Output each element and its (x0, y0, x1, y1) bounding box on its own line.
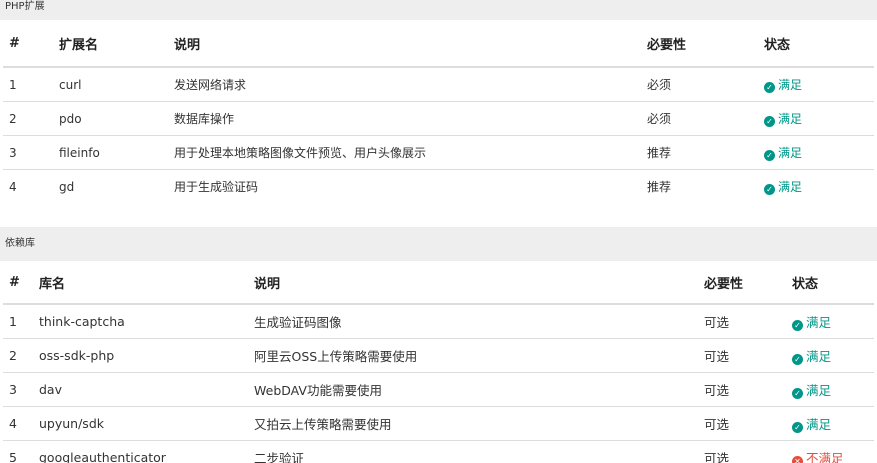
row-name: pdo (58, 101, 173, 136)
row-name: upyun/sdk (38, 406, 253, 441)
status-label: 满足 (778, 112, 803, 126)
row-status: ✕ 不满足 (791, 440, 874, 463)
row-name: oss-sdk-php (38, 338, 253, 373)
check-circle-icon: ✓ (764, 82, 775, 93)
row-need: 可选 (703, 406, 791, 441)
times-circle-icon: ✕ (792, 456, 803, 463)
row-desc: WebDAV功能需要使用 (253, 372, 703, 407)
row-need: 可选 (703, 372, 791, 407)
row-status: ✓ 满足 (763, 101, 874, 136)
table-row: 4 upyun/sdk 又拍云上传策略需要使用 可选 ✓ 满足 (3, 406, 874, 441)
status-label: 满足 (778, 146, 803, 160)
row-name: fileinfo (58, 135, 173, 170)
row-status: ✓ 满足 (763, 135, 874, 170)
row-desc: 二步验证 (253, 440, 703, 463)
table-row: 2 oss-sdk-php 阿里云OSS上传策略需要使用 可选 ✓ 满足 (3, 338, 874, 373)
check-circle-icon: ✓ (792, 354, 803, 365)
col-name-header: 库名 (38, 261, 253, 305)
table-row: 2 pdo 数据库操作 必须 ✓ 满足 (3, 101, 874, 136)
row-desc: 发送网络请求 (174, 78, 247, 92)
check-circle-icon: ✓ (764, 116, 775, 127)
row-name: dav (38, 372, 253, 407)
col-need-header: 必要性 (646, 20, 763, 68)
dependency-table: # 库名 说明 必要性 状态 1 think-captcha 生成验证码图像 可… (3, 261, 874, 463)
col-status-header: 状态 (791, 261, 874, 305)
row-name: think-captcha (39, 314, 125, 329)
status-label: 不满足 (806, 451, 844, 463)
row-need: 可选 (703, 338, 791, 373)
row-desc: 用于处理本地策略图像文件预览、用户头像展示 (173, 135, 646, 170)
row-need: 推荐 (646, 169, 763, 203)
row-status: ✓ 满足 (763, 67, 874, 102)
row-num: 3 (3, 135, 58, 170)
table-row: 3 dav WebDAV功能需要使用 可选 ✓ 满足 (3, 372, 874, 407)
check-circle-icon: ✓ (792, 320, 803, 331)
row-need: 可选 (704, 315, 730, 330)
status-label: 满足 (806, 383, 832, 398)
dependency-heading: 依赖库 (0, 227, 877, 261)
col-num-header: # (3, 20, 58, 68)
table-row: 5 googleauthenticator 二步验证 可选 ✕ 不满足 (3, 440, 874, 463)
row-num: 4 (3, 406, 38, 441)
php-extensions-heading: PHP扩展 (0, 0, 877, 20)
row-num: 2 (3, 338, 38, 373)
row-num: 3 (3, 372, 38, 407)
table-header-row: # 扩展名 说明 必要性 状态 (3, 20, 874, 68)
panel-divider (0, 203, 877, 223)
row-status: ✓ 满足 (763, 169, 874, 203)
row-num: 5 (3, 440, 38, 463)
status-label: 满足 (806, 315, 832, 330)
col-desc-header: 说明 (173, 20, 646, 68)
row-status: ✓ 满足 (791, 406, 874, 441)
row-need: 必须 (646, 101, 763, 136)
row-name: curl (59, 77, 82, 92)
table-header-row: # 库名 说明 必要性 状态 (3, 261, 874, 305)
status-label: 满足 (806, 349, 832, 364)
dependency-panel: 依赖库 # 库名 说明 必要性 状态 1 think-captcha 生成验证码… (0, 227, 877, 463)
row-desc: 阿里云OSS上传策略需要使用 (253, 338, 703, 373)
check-circle-icon: ✓ (764, 150, 775, 161)
row-need: 可选 (703, 440, 791, 463)
col-need-header: 必要性 (703, 261, 791, 305)
row-need: 推荐 (646, 135, 763, 170)
row-num: 1 (9, 77, 17, 92)
status-label: 满足 (778, 180, 803, 194)
table-row: 1 think-captcha 生成验证码图像 可选 ✓ 满足 (3, 304, 874, 339)
table-row: 3 fileinfo 用于处理本地策略图像文件预览、用户头像展示 推荐 ✓ 满足 (3, 135, 874, 170)
php-extensions-table: # 扩展名 说明 必要性 状态 1 curl 发送网络请求 必须 ✓ 满足 2 p (3, 20, 874, 203)
check-circle-icon: ✓ (764, 184, 775, 195)
col-num-header: # (3, 261, 38, 305)
row-need: 必须 (647, 78, 672, 92)
row-status: ✓ 满足 (791, 372, 874, 407)
row-desc: 又拍云上传策略需要使用 (253, 406, 703, 441)
row-status: ✓ 满足 (791, 304, 874, 339)
status-label: 满足 (778, 78, 803, 92)
row-num: 2 (3, 101, 58, 136)
status-label: 满足 (806, 417, 832, 432)
row-num: 4 (3, 169, 58, 203)
row-status: ✓ 满足 (791, 338, 874, 373)
row-name: gd (58, 169, 173, 203)
col-name-header: 扩展名 (58, 20, 173, 68)
check-circle-icon: ✓ (792, 422, 803, 433)
row-num: 1 (9, 314, 17, 329)
php-extensions-panel: PHP扩展 # 扩展名 说明 必要性 状态 1 curl 发送网络请求 必须 ✓… (0, 0, 877, 223)
col-desc-header: 说明 (253, 261, 703, 305)
row-name: googleauthenticator (38, 440, 253, 463)
table-row: 4 gd 用于生成验证码 推荐 ✓ 满足 (3, 169, 874, 203)
row-desc: 用于生成验证码 (173, 169, 646, 203)
row-desc: 数据库操作 (173, 101, 646, 136)
table-row: 1 curl 发送网络请求 必须 ✓ 满足 (3, 67, 874, 102)
col-status-header: 状态 (763, 20, 874, 68)
row-desc: 生成验证码图像 (254, 315, 342, 330)
check-circle-icon: ✓ (792, 388, 803, 399)
